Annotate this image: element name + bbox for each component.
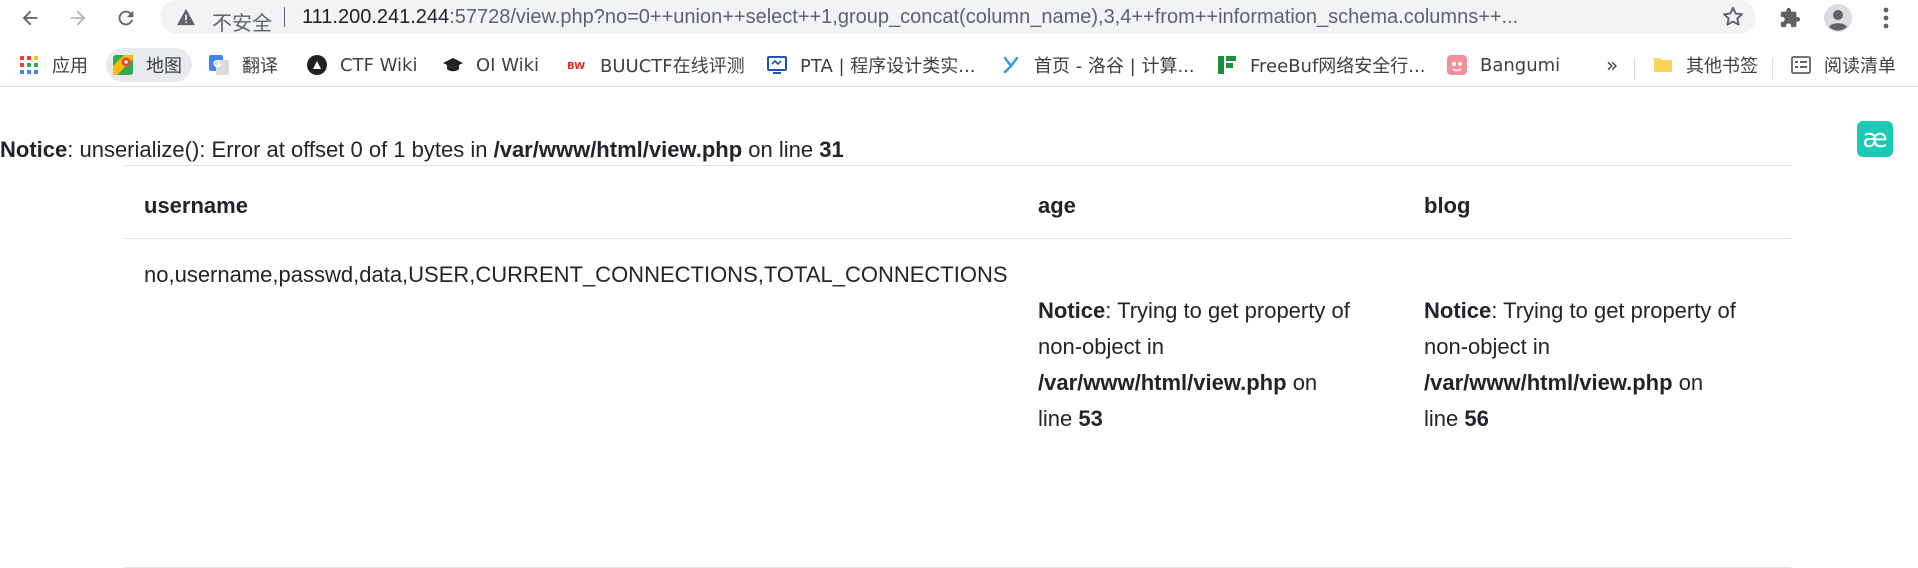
- notice-line-number: 31: [819, 137, 844, 162]
- column-header-blog: blog: [1424, 193, 1471, 218]
- more-menu-icon[interactable]: [1870, 2, 1902, 34]
- notice-message: : unserialize(): Error at offset 0 of 1 …: [67, 137, 494, 162]
- bookmark-maps[interactable]: 地图: [106, 48, 192, 82]
- address-bar[interactable]: 不安全 111.200.241.244:57728/view.php?no=0+…: [160, 0, 1756, 36]
- folder-icon: [1652, 54, 1674, 76]
- reading-list-button[interactable]: 阅读清单: [1790, 48, 1896, 82]
- bookmark-label: 地图: [146, 56, 182, 77]
- warning-triangle-icon: [177, 8, 195, 26]
- notice-line-4: line 53: [1038, 401, 1350, 437]
- insecure-label[interactable]: 不安全: [212, 7, 272, 36]
- oi-wiki-icon: [442, 54, 464, 76]
- bookmarks-divider: [1772, 58, 1773, 80]
- bookmark-star-icon[interactable]: [1720, 4, 1746, 30]
- bookmark-label: 其他书签: [1686, 56, 1758, 77]
- cell-age-notice: Notice: Trying to get property of non-ob…: [1038, 293, 1350, 437]
- notice-file: /var/www/html/view.php: [1038, 370, 1287, 395]
- bookmark-label: 翻译: [242, 56, 278, 77]
- cell-blog-notice: Notice: Trying to get property of non-ob…: [1424, 293, 1736, 437]
- bookmark-label: Bangumi: [1480, 54, 1561, 76]
- bookmarks-overflow-button[interactable]: »: [1606, 48, 1618, 82]
- bookmark-label: 阅读清单: [1824, 56, 1896, 77]
- bookmark-label: CTF Wiki: [340, 54, 418, 76]
- bookmark-label: 应用: [52, 56, 88, 77]
- bookmark-apps[interactable]: 应用: [18, 48, 88, 82]
- bookmark-oi-wiki[interactable]: OI Wiki: [442, 48, 539, 82]
- notice-line-word: line: [1424, 406, 1465, 431]
- bookmark-buuctf[interactable]: BW BUUCTF在线评测: [566, 48, 745, 82]
- header-bottom-border: [125, 238, 1791, 239]
- notice-line-4: line 56: [1424, 401, 1736, 437]
- url-path: :57728/view.php?no=0++union++select++1,g…: [449, 6, 1519, 28]
- bookmark-bangumi[interactable]: Bangumi: [1446, 48, 1560, 82]
- extensions-puzzle-icon[interactable]: [1774, 2, 1806, 34]
- notice-on: on: [1672, 370, 1704, 395]
- extension-ae-icon[interactable]: æ: [1857, 121, 1893, 157]
- bookmark-label: 首页 - 洛谷 | 计算...: [1034, 56, 1195, 77]
- notice-label: Notice: [1038, 298, 1106, 323]
- bookmark-luogu[interactable]: 首页 - 洛谷 | 计算...: [1000, 48, 1195, 82]
- bookmark-other-folder[interactable]: 其他书签: [1652, 48, 1758, 82]
- freebuf-icon: [1216, 54, 1238, 76]
- notice-message: : Trying to get property of: [1491, 298, 1736, 323]
- bangumi-icon: [1446, 54, 1468, 76]
- notice-line-3: /var/www/html/view.php on: [1424, 365, 1736, 401]
- bookmark-translate[interactable]: G 翻译: [208, 48, 278, 82]
- notice-line-2: non-object in: [1038, 334, 1164, 359]
- bookmark-label: OI Wiki: [476, 54, 540, 76]
- overflow-chevron-icon: »: [1606, 53, 1619, 77]
- notice-line-3: /var/www/html/view.php on: [1038, 365, 1350, 401]
- page-content: æ Notice: unserialize(): Error at offset…: [0, 87, 1918, 568]
- bookmark-label: FreeBuf网络安全行...: [1250, 56, 1426, 77]
- notice-line-1: Notice: Trying to get property of: [1424, 293, 1736, 329]
- url-host: 111.200.241.244: [302, 6, 450, 28]
- bookmark-ctf-wiki[interactable]: CTF Wiki: [306, 48, 417, 82]
- luogu-icon: [1000, 54, 1022, 76]
- maps-icon: [112, 54, 134, 76]
- arrow-right-icon: [70, 10, 86, 26]
- reading-list-icon: [1790, 54, 1812, 76]
- notice-label: Notice: [0, 137, 68, 162]
- notice-message: : Trying to get property of: [1105, 298, 1350, 323]
- buuctf-icon: BW: [566, 54, 588, 76]
- bookmark-pta[interactable]: PTA | 程序设计类实...: [766, 48, 975, 82]
- apps-grid-icon: [18, 54, 40, 76]
- ctf-wiki-icon: [306, 54, 328, 76]
- notice-line-2: non-object in: [1424, 334, 1550, 359]
- php-notice-unserialize: Notice: unserialize(): Error at offset 0…: [0, 137, 844, 163]
- svg-text:G: G: [213, 59, 221, 70]
- notice-file: /var/www/html/view.php: [1424, 370, 1673, 395]
- back-button[interactable]: [14, 2, 46, 34]
- reload-button[interactable]: [110, 2, 142, 34]
- bookmark-label: BUUCTF在线评测: [600, 56, 745, 77]
- notice-label: Notice: [1424, 298, 1492, 323]
- profile-avatar-icon[interactable]: [1822, 2, 1854, 34]
- url-text[interactable]: 111.200.241.244:57728/view.php?no=0++uni…: [302, 6, 1518, 29]
- notice-file: /var/www/html/view.php: [493, 137, 743, 162]
- cell-username: no,username,passwd,data,USER,CURRENT_CON…: [144, 262, 1008, 287]
- pta-icon: [766, 54, 788, 76]
- notice-on-line: on line: [742, 137, 820, 162]
- translate-icon: G: [208, 54, 230, 76]
- forward-button[interactable]: [62, 2, 94, 34]
- notice-line-number: 56: [1464, 406, 1489, 431]
- notice-line-word: line: [1038, 406, 1079, 431]
- bookmark-freebuf[interactable]: FreeBuf网络安全行...: [1216, 48, 1425, 82]
- column-header-age: age: [1038, 193, 1076, 218]
- table-top-border: [125, 165, 1791, 166]
- svg-text:BW: BW: [567, 61, 585, 72]
- notice-line-number: 53: [1078, 406, 1103, 431]
- bookmark-label: PTA | 程序设计类实...: [800, 56, 976, 77]
- reload-icon: [118, 10, 134, 26]
- omnibox-divider: [284, 7, 285, 27]
- notice-line-1: Notice: Trying to get property of: [1038, 293, 1350, 329]
- browser-toolbar: 不安全 111.200.241.244:57728/view.php?no=0+…: [0, 0, 1918, 36]
- column-header-username: username: [144, 193, 248, 218]
- bookmarks-divider: [1634, 58, 1635, 80]
- bookmarks-bar: 应用 地图 G 翻译 CTF Wiki OI Wiki BW BUUCTF在线评…: [0, 46, 1918, 87]
- arrow-left-icon: [22, 10, 38, 26]
- notice-on: on: [1286, 370, 1318, 395]
